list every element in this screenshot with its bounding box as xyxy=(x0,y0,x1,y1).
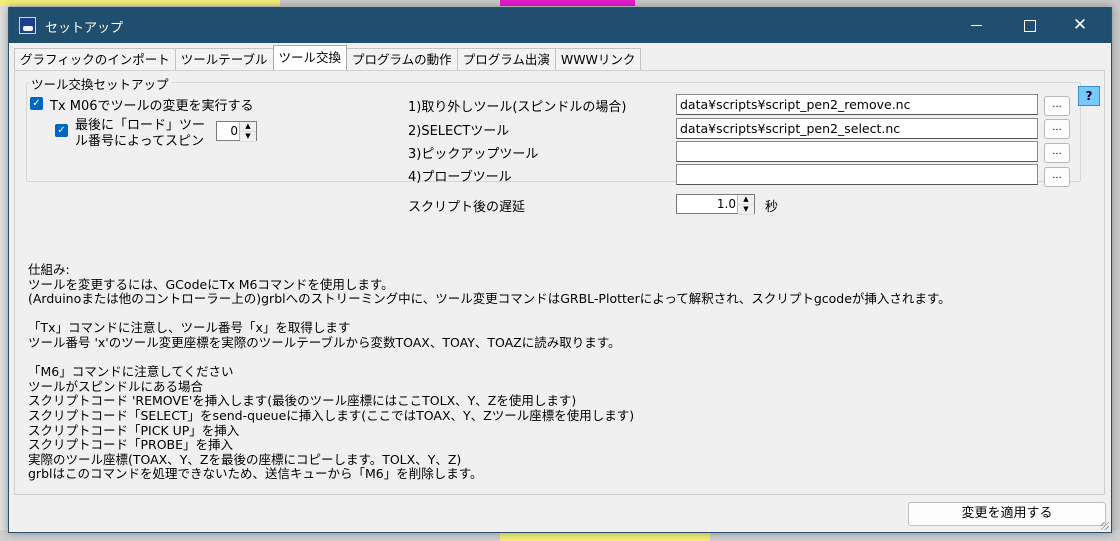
how-it-works-text: 仕組み: ツールを変更するには、GCodeにTx M6コマンドを使用します。 (Ar… xyxy=(28,262,1088,482)
remove-tool-label: 1)取り外しツール(スピンドルの場合) xyxy=(408,100,627,115)
delay-value: 1.0 xyxy=(716,197,736,211)
help-button[interactable]: ? xyxy=(1078,86,1100,106)
select-tool-label: 2)SELECTツール xyxy=(408,124,510,139)
delay-unit: 秒 xyxy=(765,200,779,215)
minimize-icon xyxy=(970,25,982,26)
tab-tool-change[interactable]: ツール交換 xyxy=(272,45,348,70)
info-line: スクリプトコード 'REMOVE'を挿入します(最後のツール座標にはここTOLX… xyxy=(28,393,577,409)
tab-program-behavior[interactable]: プログラムの動作 xyxy=(346,48,458,70)
close-button[interactable]: ✕ xyxy=(1057,8,1103,43)
background-highlight xyxy=(500,0,635,6)
pickup-tool-script-input[interactable] xyxy=(676,141,1038,162)
chevron-up-icon[interactable]: ▲ xyxy=(738,195,754,205)
info-line: 「Tx」コマンドに注意し、ツール番号「x」を取得します xyxy=(28,320,351,336)
info-line: grblはこのコマンドを処理できないため、送信キューから「M6」を削除します。 xyxy=(28,466,483,482)
background-highlight xyxy=(0,0,280,6)
execute-m06-checkbox[interactable]: ✓ xyxy=(30,97,43,110)
last-tool-number-stepper[interactable]: 0 ▲ ▼ xyxy=(216,121,257,142)
chevron-up-icon[interactable]: ▲ xyxy=(240,122,256,132)
title-bar[interactable]: セットアップ ✕ xyxy=(9,8,1111,43)
delay-stepper[interactable]: 1.0 ▲ ▼ xyxy=(676,194,755,215)
delay-label: スクリプト後の遅延 xyxy=(408,200,526,215)
info-line: 仕組み: xyxy=(28,262,70,277)
minimize-button[interactable] xyxy=(953,8,999,43)
maximize-icon xyxy=(1024,19,1036,32)
probe-tool-label: 4)プローブツール xyxy=(408,170,512,185)
stepper-buttons[interactable]: ▲ ▼ xyxy=(239,122,256,142)
load-last-tool-checkbox[interactable]: ✓ xyxy=(55,124,68,137)
resize-grip-icon[interactable] xyxy=(1101,522,1109,530)
info-line: スクリプトコード「PICK UP」を挿入 xyxy=(28,422,240,438)
info-line: ツール番号 'x'のツール変更座標を実際のツールテーブルから変数TOAX、TOA… xyxy=(28,334,621,350)
tab-program-appearance[interactable]: プログラム出演 xyxy=(456,48,556,70)
chevron-down-icon[interactable]: ▼ xyxy=(240,132,256,142)
select-tool-script-input[interactable]: data¥scripts¥script_pen2_select.nc xyxy=(676,118,1038,139)
window-title: セットアップ xyxy=(45,21,124,36)
app-icon xyxy=(19,17,36,34)
tab-tool-table[interactable]: ツールテーブル xyxy=(174,48,274,70)
last-tool-number-value: 0 xyxy=(230,124,238,138)
tool-change-panel: ツール交換セットアップ ✓ Tx M06でツールの変更を実行する ✓ 最後に「ロ… xyxy=(14,70,1105,495)
info-line: 実際のツール座標(TOAX、Y、Zを最後の座標にコピーします。TOLX、Y、Z) xyxy=(28,451,462,467)
group-label: ツール交換セットアップ xyxy=(29,74,171,93)
pickup-tool-label: 3)ピックアップツール xyxy=(408,147,539,162)
select-tool-browse-button[interactable]: ... xyxy=(1044,119,1070,139)
probe-tool-browse-button[interactable]: ... xyxy=(1044,167,1070,187)
maximize-button[interactable] xyxy=(1007,8,1053,43)
load-last-tool-label-line2: ル番号によってスピン xyxy=(75,134,204,149)
remove-tool-script-input[interactable]: data¥scripts¥script_pen2_remove.nc xyxy=(676,94,1038,115)
info-line: ツールを変更するには、GCodeにTx M6コマンドを使用します。 xyxy=(28,276,394,292)
close-icon: ✕ xyxy=(1072,15,1088,35)
info-line: ツールがスピンドルにある場合 xyxy=(28,378,204,394)
chevron-down-icon[interactable]: ▼ xyxy=(738,205,754,215)
setup-window: セットアップ ✕ グラフィックのインポート ツールテーブル ツール交換 プログラ… xyxy=(8,7,1112,533)
info-line: スクリプトコード「SELECT」をsend-queueに挿入します(ここではTO… xyxy=(28,407,635,423)
apply-changes-button[interactable]: 変更を適用する xyxy=(908,502,1106,526)
info-line xyxy=(28,307,1088,322)
tab-www-links[interactable]: WWWリンク xyxy=(554,48,642,70)
info-line: (Arduinoまたは他のコントローラー上の)grblへのストリーミング中に、ツ… xyxy=(28,291,951,307)
info-line: スクリプトコード「PROBE」を挿入 xyxy=(28,437,234,453)
remove-tool-browse-button[interactable]: ... xyxy=(1044,96,1070,116)
tab-strip: グラフィックのインポート ツールテーブル ツール交換 プログラムの動作 プログラ… xyxy=(14,45,642,71)
info-line: 「M6」コマンドに注意してください xyxy=(28,364,234,380)
execute-m06-label: Tx M06でツールの変更を実行する xyxy=(50,99,254,114)
stepper-buttons[interactable]: ▲ ▼ xyxy=(737,195,754,215)
info-line xyxy=(28,351,1088,366)
pickup-tool-browse-button[interactable]: ... xyxy=(1044,143,1070,163)
tab-graphics-import[interactable]: グラフィックのインポート xyxy=(14,48,176,70)
probe-tool-script-input[interactable] xyxy=(676,164,1038,185)
